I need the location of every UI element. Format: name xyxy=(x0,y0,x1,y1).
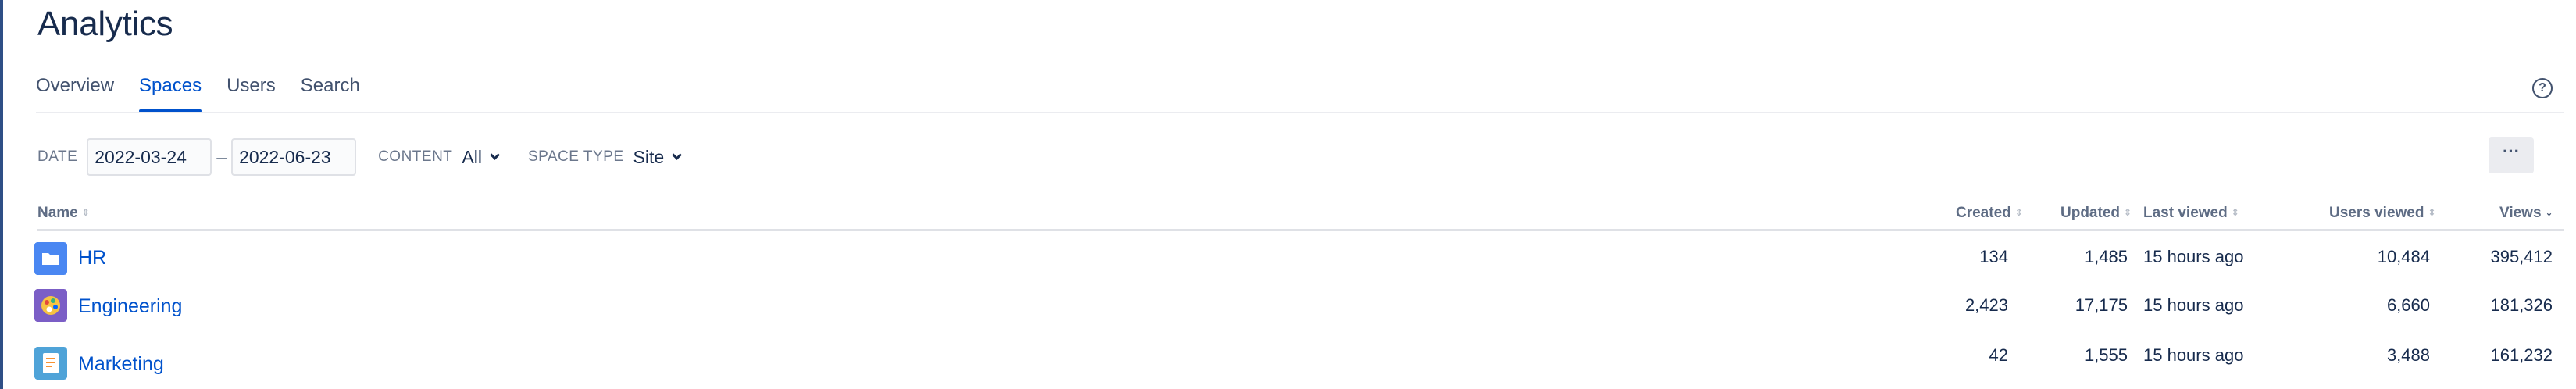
folder-icon xyxy=(34,242,67,275)
cell-created: 42 xyxy=(1989,345,2008,365)
cell-last-viewed: 15 hours ago xyxy=(2143,247,2244,266)
content-filter-label: CONTENT xyxy=(378,148,453,165)
table-row: Engineering 2,423 17,175 15 hours ago 6,… xyxy=(0,284,2576,333)
table-row: Marketing 42 1,555 15 hours ago 3,488 16… xyxy=(0,333,2576,381)
table-header: Name ⇕ Created ⇕ Updated ⇕ Last viewed ⇕ Use… xyxy=(37,205,2564,231)
notebook-icon xyxy=(34,347,67,380)
page-title: Analytics xyxy=(37,5,173,43)
tab-search[interactable]: Search xyxy=(301,72,360,112)
cell-views: 395,412 xyxy=(2490,247,2553,266)
sort-icon: ⇕ xyxy=(2124,207,2132,218)
cell-views: 161,232 xyxy=(2490,345,2553,365)
space-type-dropdown[interactable]: Site xyxy=(633,146,683,168)
column-header-views[interactable]: Views ⌄ xyxy=(2499,205,2553,222)
space-link-marketing[interactable]: Marketing xyxy=(78,353,164,376)
cell-created: 134 xyxy=(1979,247,2008,266)
more-actions-button[interactable]: ··· xyxy=(2489,137,2534,173)
content-dropdown-value: All xyxy=(462,146,482,167)
tab-spaces[interactable]: Spaces xyxy=(139,72,202,112)
cell-users-viewed: 6,660 xyxy=(2386,295,2430,315)
column-header-name[interactable]: Name ⇕ xyxy=(37,205,90,222)
cell-created: 2,423 xyxy=(1964,295,2008,315)
space-type-filter-label: SPACE TYPE xyxy=(527,148,624,165)
space-link-hr[interactable]: HR xyxy=(78,247,106,269)
cell-updated: 1,555 xyxy=(2084,345,2128,365)
date-filter-label: DATE xyxy=(37,148,78,165)
sort-icon: ⇕ xyxy=(81,207,90,218)
sort-descending-icon: ⌄ xyxy=(2545,207,2553,218)
sort-icon: ⇕ xyxy=(2231,207,2239,218)
column-header-updated[interactable]: Updated ⇕ xyxy=(2060,205,2132,222)
analytics-tabs: Overview Spaces Users Search xyxy=(36,72,385,112)
date-range-separator: – xyxy=(216,146,227,167)
date-from-input[interactable] xyxy=(87,138,212,176)
space-type-dropdown-value: Site xyxy=(633,146,665,167)
chevron-down-icon xyxy=(490,149,500,160)
column-header-users-viewed[interactable]: Users viewed ⇕ xyxy=(2329,205,2436,222)
cell-last-viewed: 15 hours ago xyxy=(2143,345,2244,365)
filter-bar: DATE – CONTENT All SPACE TYPE Site xyxy=(37,137,710,177)
sort-icon: ⇕ xyxy=(2428,207,2436,218)
table-row: HR 134 1,485 15 hours ago 10,484 395,412 xyxy=(0,236,2576,284)
cell-views: 181,326 xyxy=(2490,295,2553,315)
cell-last-viewed: 15 hours ago xyxy=(2143,295,2244,315)
column-header-last-viewed[interactable]: Last viewed ⇕ xyxy=(2143,205,2239,222)
analytics-page: Analytics Overview Spaces Users Search ?… xyxy=(0,0,2576,389)
column-header-created[interactable]: Created ⇕ xyxy=(1956,205,2023,222)
cell-updated: 1,485 xyxy=(2084,247,2128,266)
cell-updated: 17,175 xyxy=(2075,295,2128,315)
tab-overview[interactable]: Overview xyxy=(36,72,114,112)
paint-palette-icon xyxy=(34,289,67,322)
cell-users-viewed: 3,488 xyxy=(2386,345,2430,365)
tabs-divider xyxy=(36,112,2564,113)
cell-users-viewed: 10,484 xyxy=(2377,247,2430,266)
date-to-input[interactable] xyxy=(231,138,357,176)
space-link-engineering[interactable]: Engineering xyxy=(78,295,182,318)
tab-users[interactable]: Users xyxy=(227,72,276,112)
chevron-down-icon xyxy=(672,149,683,160)
sort-icon: ⇕ xyxy=(2014,207,2023,218)
content-dropdown[interactable]: All xyxy=(462,146,500,168)
question-circle-icon[interactable]: ? xyxy=(2532,78,2553,98)
